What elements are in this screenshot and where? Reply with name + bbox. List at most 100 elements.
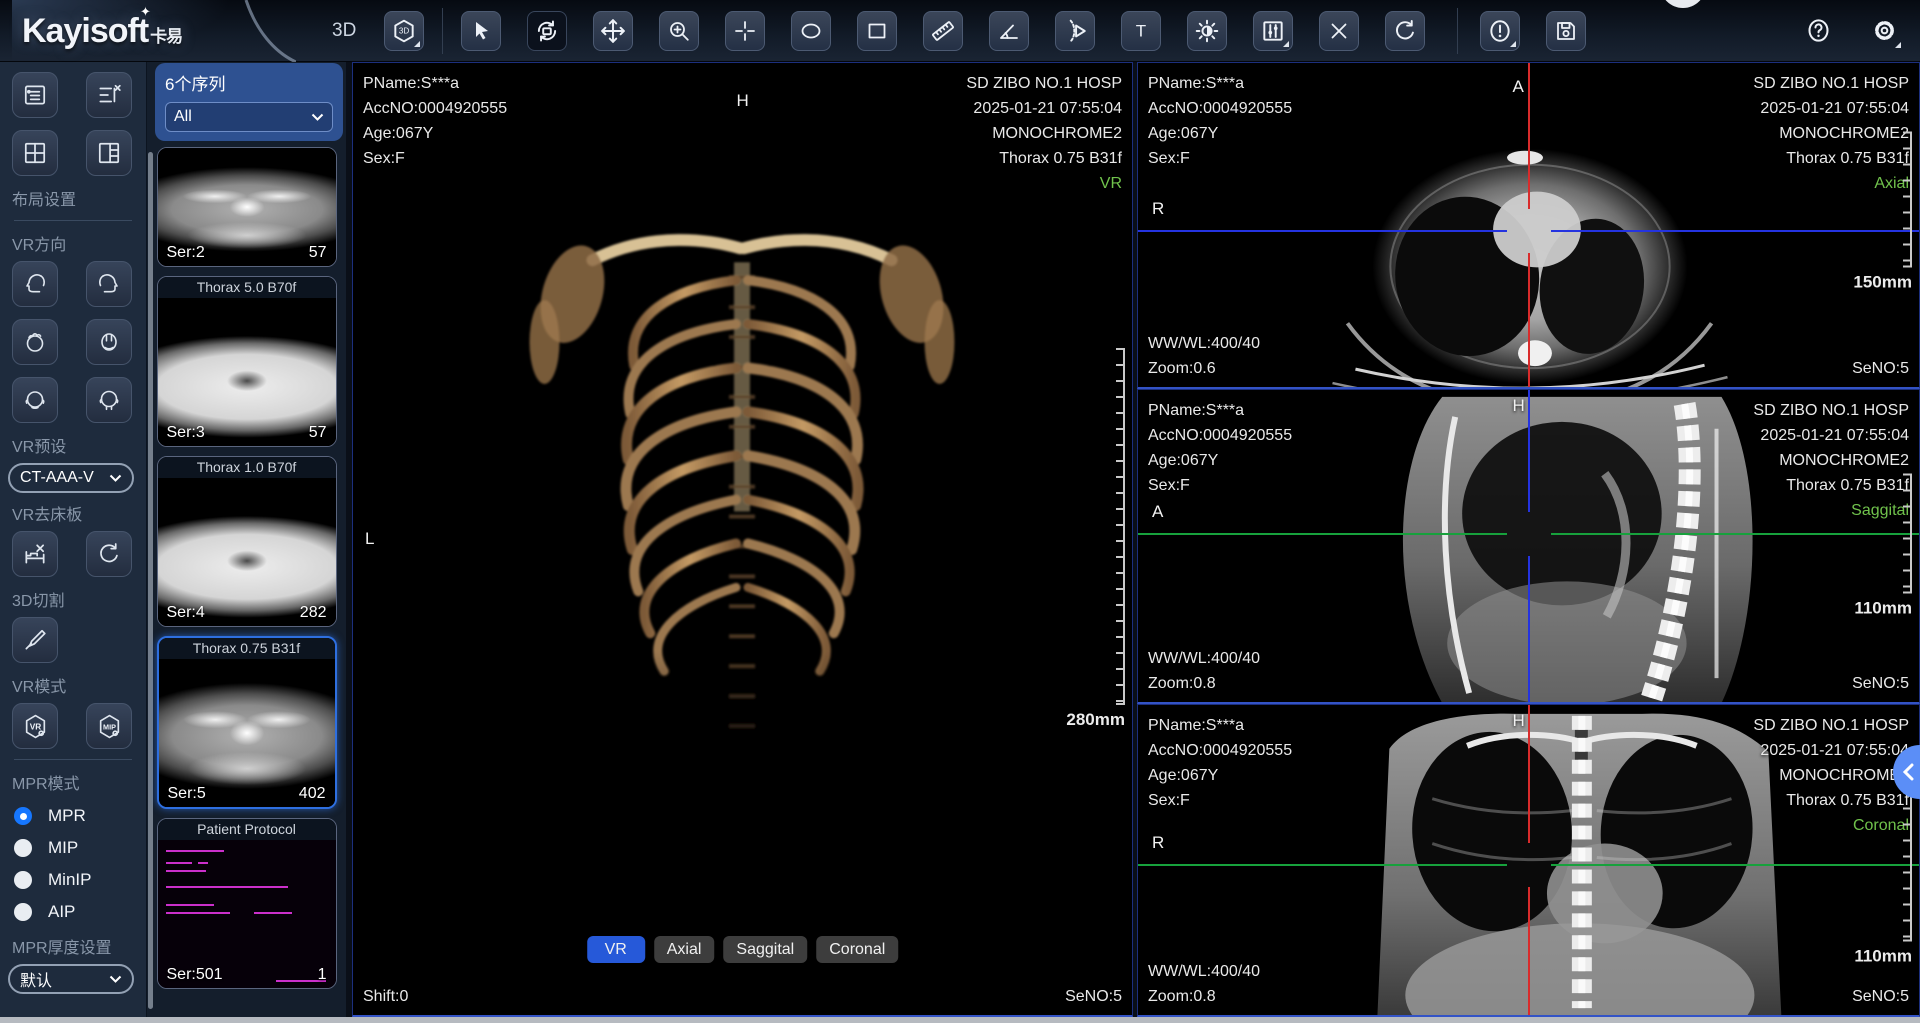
window-info: WW/WL:400/40 Zoom:0.8 [1148, 959, 1260, 1009]
delete-annotation-button[interactable] [1319, 11, 1359, 51]
coronal-viewport[interactable]: PName:S***a AccNO:0004920555 Age:067Y Se… [1137, 704, 1920, 1017]
radio-selected-icon [14, 807, 32, 825]
patient-name: PName:S***a [1148, 71, 1292, 96]
brightness-tool-button[interactable] [1187, 11, 1227, 51]
chevron-down-icon [311, 113, 324, 122]
rotate-3d-tool-button[interactable] [527, 11, 567, 51]
rect-roi-button[interactable] [857, 11, 897, 51]
vr-viewport[interactable]: PName:S***a AccNO:0004920555 Age:067Y Se… [352, 62, 1133, 1017]
orientation-marker-left: A [1152, 502, 1163, 522]
orientation-marker-top: A [1513, 77, 1524, 97]
patient-sex: Sex:F [1148, 788, 1292, 813]
series-ser-label: Ser:2 [167, 244, 205, 262]
study-datetime: 2025-01-21 07:55:04 [1753, 96, 1909, 121]
orientation-marker-left: L [365, 529, 374, 549]
vr-hexagon-button[interactable]: VR [12, 703, 58, 749]
head-top-button[interactable] [12, 319, 58, 365]
logo-swoosh [216, 0, 296, 62]
sidebar-divider [14, 759, 132, 760]
save-button[interactable] [1546, 11, 1586, 51]
layout-grid-button[interactable] [12, 130, 58, 176]
zoom-tool-button[interactable] [659, 11, 699, 51]
head-front-button[interactable] [12, 377, 58, 423]
orientation-marker-top: H [1513, 396, 1525, 416]
head-left-button[interactable] [12, 261, 58, 307]
angle-tool-button[interactable] [989, 11, 1029, 51]
hospital-name: SD ZIBO NO.1 HOSP [1753, 71, 1909, 96]
series-thumbnail[interactable]: Thorax 5.0 B70f Ser:357 [157, 276, 337, 447]
sidebar-divider [14, 220, 132, 221]
scalpel-button[interactable] [12, 617, 58, 663]
series-thumbnail[interactable]: Ser:257 [157, 147, 337, 267]
patient-age: Age:067Y [1148, 121, 1292, 146]
radio-icon [14, 903, 32, 921]
avatar[interactable] [1660, 0, 1706, 8]
svg-text:VR: VR [29, 721, 41, 731]
pan-tool-button[interactable] [593, 11, 633, 51]
mpr-mode-option-aip[interactable]: AIP [14, 902, 146, 922]
series-filter-select[interactable]: All [165, 102, 333, 132]
vr-preset-select[interactable]: CT-AAA-V [8, 463, 134, 493]
3d-view-cube-button[interactable]: 3D [384, 11, 424, 51]
mpr-column: PName:S***a AccNO:0004920555 Age:067Y Se… [1137, 62, 1920, 1017]
vr-mode-label: VR模式 [12, 673, 146, 697]
patient-accno: AccNO:0004920555 [1148, 423, 1292, 448]
series-thumbnail[interactable]: Patient Protocol Ser:5011 [157, 818, 337, 989]
text-annotation-button[interactable]: T [1121, 11, 1161, 51]
ellipse-roi-button[interactable] [791, 11, 831, 51]
left-sidebar: 布局设置 VR方向 VR预设 CT-AAA-V [0, 62, 147, 1017]
head-bottom-button[interactable] [86, 319, 132, 365]
series-title: Thorax 5.0 B70f [158, 277, 336, 298]
bed-reset-button[interactable] [86, 531, 132, 577]
layout-list-button[interactable] [12, 72, 58, 118]
chevron-down-icon [109, 975, 122, 984]
series-ser-label: Ser:4 [167, 604, 205, 622]
series-count-label: 6个序列 [165, 70, 333, 95]
mpr-mode-option-mip[interactable]: MIP [14, 838, 146, 858]
wwwl-value: WW/WL:400/40 [1148, 331, 1260, 356]
series-image-count: 402 [299, 785, 326, 803]
axial-view-button[interactable]: Axial [654, 936, 715, 963]
cobb-angle-tool-button[interactable] [1055, 11, 1095, 51]
series-number: SeNO:5 [1065, 984, 1122, 1009]
reset-tool-button[interactable] [1385, 11, 1425, 51]
patient-sex: Sex:F [363, 146, 507, 171]
vr-view-button[interactable]: VR [587, 936, 645, 963]
help-button[interactable] [1798, 11, 1838, 51]
mip-hexagon-button[interactable]: MIP [86, 703, 132, 749]
svg-text:3D: 3D [399, 26, 410, 35]
mpr-mode-option-minip[interactable]: MinIP [14, 870, 146, 890]
axial-viewport[interactable]: PName:S***a AccNO:0004920555 Age:067Y Se… [1137, 62, 1920, 389]
saggital-view-button[interactable]: Saggital [723, 936, 807, 963]
crosshair-tool-button[interactable] [725, 11, 765, 51]
app-logo: Kayisoft卡易 ✦ [12, 0, 304, 62]
window-level-button[interactable] [1253, 11, 1293, 51]
radio-icon [14, 871, 32, 889]
photometric: MONOCHROME2 [966, 121, 1122, 146]
head-back-button[interactable] [86, 377, 132, 423]
svg-text:MIP: MIP [103, 722, 116, 731]
saggital-viewport[interactable]: PName:S***a AccNO:0004920555 Age:067Y Se… [1137, 389, 1920, 704]
patient-age: Age:067Y [363, 121, 507, 146]
head-right-button[interactable] [86, 261, 132, 307]
mpr-mode-label: MPR模式 [12, 770, 146, 794]
ruler-label: 150mm [1853, 273, 1912, 293]
hospital-name: SD ZIBO NO.1 HOSP [1753, 398, 1909, 423]
series-filter-value: All [174, 108, 192, 126]
layout-close-button[interactable] [86, 72, 132, 118]
vr-rendering-image [353, 63, 1132, 1015]
alert-button[interactable] [1480, 11, 1520, 51]
coronal-view-button[interactable]: Coronal [816, 936, 898, 963]
view-mode-label: VR [966, 171, 1122, 196]
mpr-thickness-select[interactable]: 默认 [8, 964, 134, 994]
mpr-thickness-label: MPR厚度设置 [12, 934, 146, 958]
cursor-tool-button[interactable] [461, 11, 501, 51]
settings-button[interactable] [1864, 11, 1904, 51]
series-thumbnail-selected[interactable]: Thorax 0.75 B31f Ser:5402 [157, 636, 337, 809]
ruler-tool-button[interactable] [923, 11, 963, 51]
series-thumbnail[interactable]: Thorax 1.0 B70f Ser:4282 [157, 456, 337, 627]
layout-split-button[interactable] [86, 130, 132, 176]
mpr-mode-option-mpr[interactable]: MPR [14, 806, 146, 826]
series-scrollbar[interactable] [148, 152, 153, 1009]
remove-bed-button[interactable] [12, 531, 58, 577]
